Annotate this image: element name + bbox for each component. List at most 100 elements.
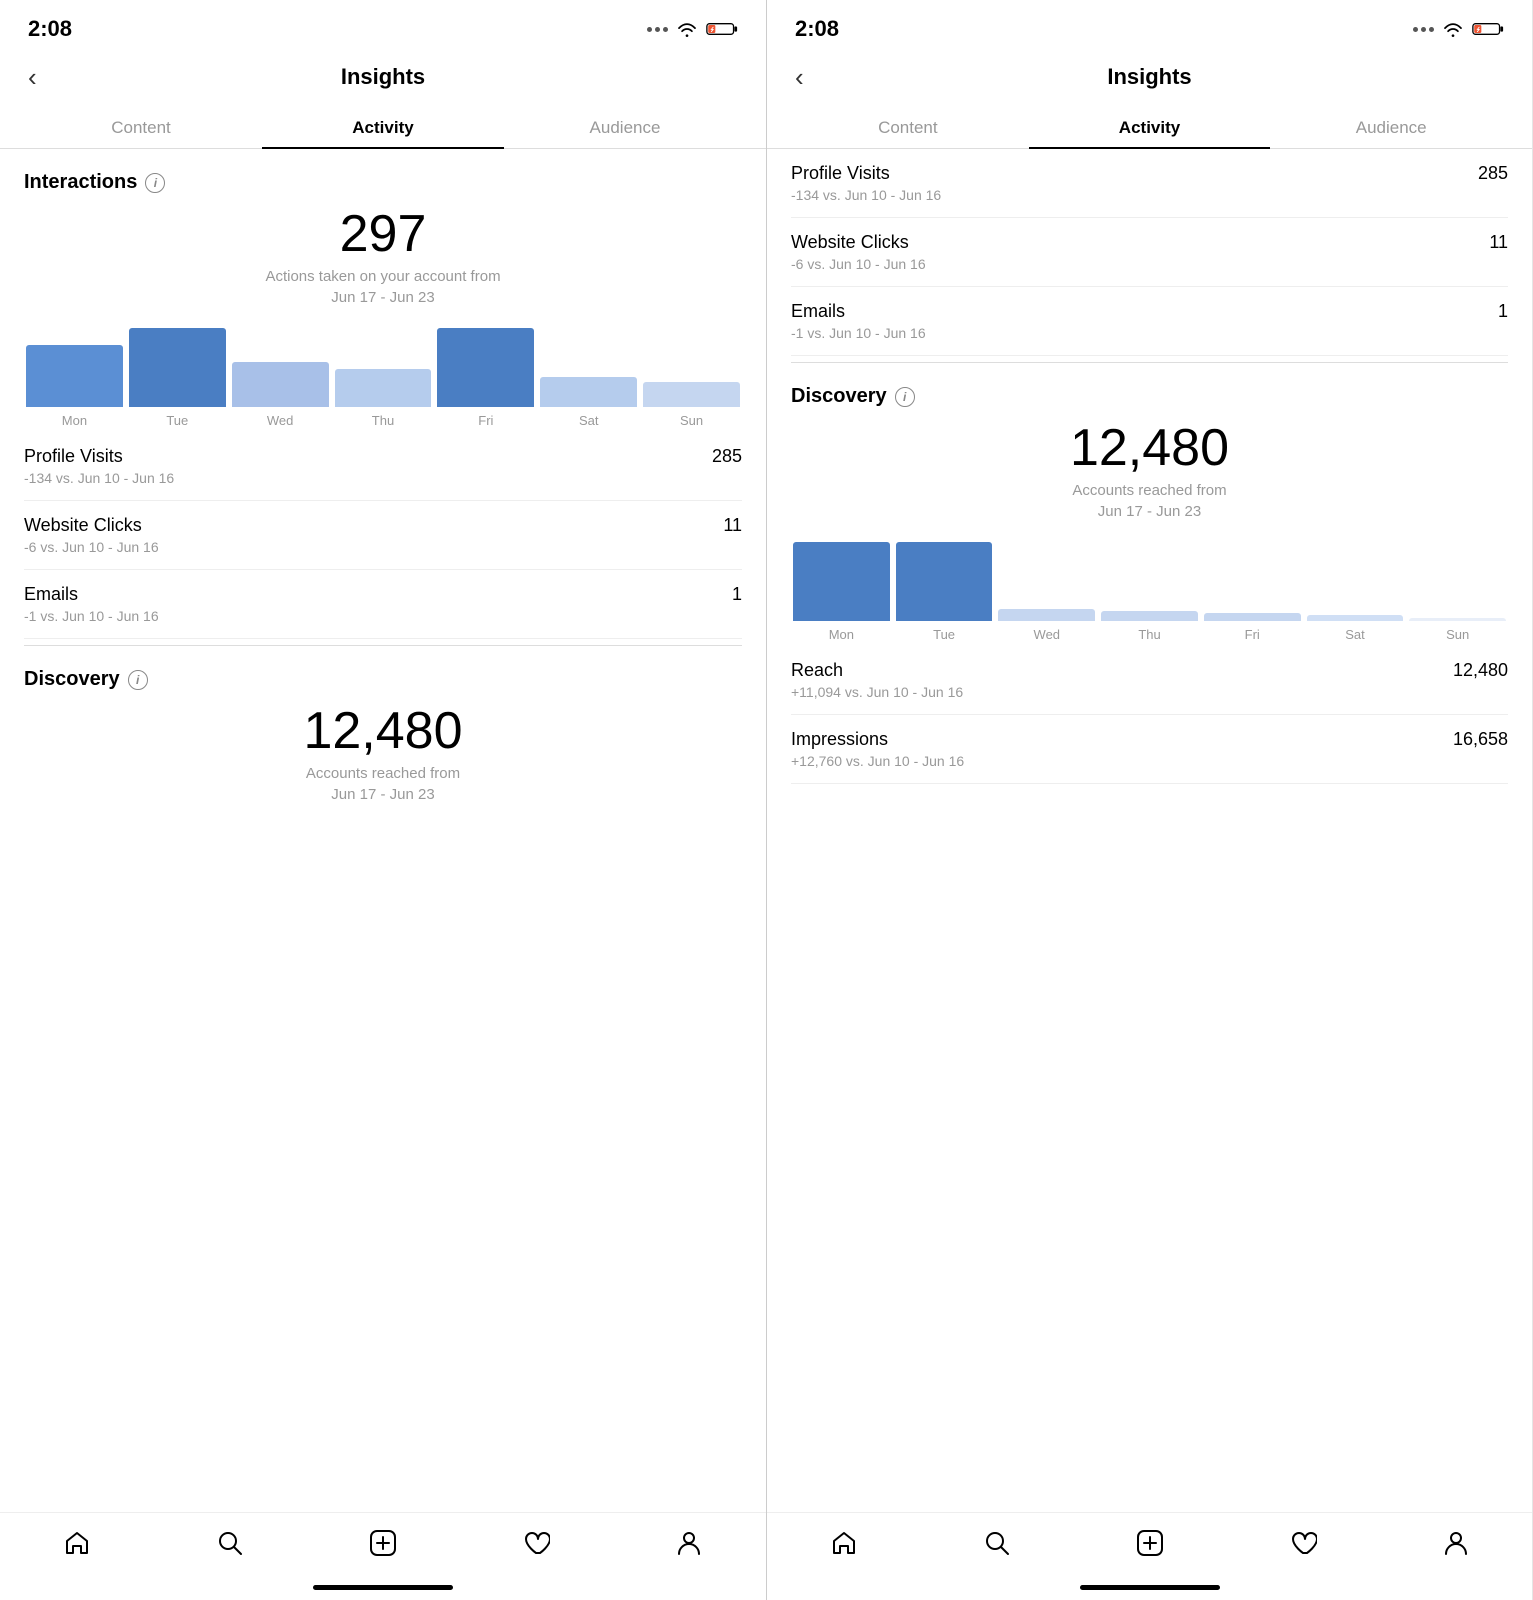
status-icons-left xyxy=(647,21,738,37)
content-left: Interactions i 297 Actions taken on your… xyxy=(0,149,766,1512)
search-icon xyxy=(216,1529,244,1557)
d-bar-col-sat: Sat xyxy=(1307,542,1404,642)
interactions-info-icon[interactable]: i xyxy=(145,173,165,193)
metric-profile-visits-r: Profile Visits 285 -134 vs. Jun 10 - Jun… xyxy=(791,149,1508,218)
discovery-bar-chart-bars: Mon Tue Wed Thu xyxy=(791,542,1508,642)
home-indicator-left xyxy=(313,1585,453,1590)
d-bar-label-tue: Tue xyxy=(933,627,955,642)
metric-emails: Emails 1 -1 vs. Jun 10 - Jun 16 xyxy=(24,570,742,639)
nav-add-left[interactable] xyxy=(359,1525,407,1561)
discovery-label: Discovery xyxy=(24,668,120,691)
metric-impressions-r: Impressions 16,658 +12,760 vs. Jun 10 - … xyxy=(791,715,1508,784)
bar-col-fri: Fri xyxy=(437,328,534,428)
tab-activity-right[interactable]: Activity xyxy=(1029,106,1271,148)
d-bar-col-fri: Fri xyxy=(1204,542,1301,642)
tab-audience-left[interactable]: Audience xyxy=(504,106,746,148)
nav-home-left[interactable] xyxy=(53,1525,101,1561)
metric-reach-r: Reach 12,480 +11,094 vs. Jun 10 - Jun 16 xyxy=(791,646,1508,715)
bar-col-wed: Wed xyxy=(232,328,329,428)
bar-wed xyxy=(232,362,329,407)
status-time-right: 2:08 xyxy=(795,16,839,42)
tabs-right: Content Activity Audience xyxy=(767,106,1532,149)
nav-profile-left[interactable] xyxy=(665,1525,713,1561)
metric-profile-visits: Profile Visits 285 -134 vs. Jun 10 - Jun… xyxy=(24,432,742,501)
tab-activity-left[interactable]: Activity xyxy=(262,106,504,148)
bar-tue xyxy=(129,328,226,407)
header-left: ‹ Insights xyxy=(0,52,766,106)
bar-label-mon: Mon xyxy=(62,413,87,428)
bar-col-thu: Thu xyxy=(335,328,432,428)
nav-home-right[interactable] xyxy=(820,1525,868,1561)
nav-search-left[interactable] xyxy=(206,1525,254,1561)
bar-sun xyxy=(643,382,740,407)
profile-visits-value-r: 285 xyxy=(1478,163,1508,184)
status-icons-right xyxy=(1413,21,1504,37)
d-bar-wed xyxy=(998,609,1095,621)
tab-audience-right[interactable]: Audience xyxy=(1270,106,1512,148)
d-bar-fri xyxy=(1204,613,1301,621)
status-bar-right: 2:08 xyxy=(767,0,1532,52)
d-bar-mon xyxy=(793,542,890,621)
discovery-heading: Discovery i xyxy=(24,668,742,691)
bar-col-sun: Sun xyxy=(643,328,740,428)
nav-search-right[interactable] xyxy=(973,1525,1021,1561)
website-clicks-sub-r: -6 vs. Jun 10 - Jun 16 xyxy=(791,256,1508,272)
right-phone: 2:08 xyxy=(766,0,1532,1600)
status-time-left: 2:08 xyxy=(28,16,72,42)
d-bar-label-thu: Thu xyxy=(1138,627,1160,642)
person-icon-r xyxy=(1442,1529,1470,1557)
back-button-right[interactable]: ‹ xyxy=(787,60,812,94)
d-bar-col-wed: Wed xyxy=(998,542,1095,642)
nav-heart-right[interactable] xyxy=(1279,1525,1327,1561)
reach-sub-r: +11,094 vs. Jun 10 - Jun 16 xyxy=(791,684,1508,700)
d-bar-label-sat: Sat xyxy=(1345,627,1365,642)
page-title-right: Insights xyxy=(1107,64,1191,90)
add-icon xyxy=(369,1529,397,1557)
d-bar-sun xyxy=(1409,618,1506,621)
interactions-sub: Actions taken on your account fromJun 17… xyxy=(24,266,742,308)
signal-dots-icon-r xyxy=(1413,27,1434,32)
add-icon-r xyxy=(1136,1529,1164,1557)
website-clicks-value: 11 xyxy=(723,515,742,536)
bar-col-tue: Tue xyxy=(129,328,226,428)
bar-label-sat: Sat xyxy=(579,413,599,428)
bar-thu xyxy=(335,369,432,407)
emails-label-r: Emails xyxy=(791,301,845,322)
wifi-icon xyxy=(676,21,698,37)
d-bar-sat xyxy=(1307,615,1404,621)
bar-label-thu: Thu xyxy=(372,413,394,428)
emails-sub-r: -1 vs. Jun 10 - Jun 16 xyxy=(791,325,1508,341)
tab-content-right[interactable]: Content xyxy=(787,106,1029,148)
discovery-info-icon[interactable]: i xyxy=(128,670,148,690)
website-clicks-value-r: 11 xyxy=(1489,232,1508,253)
d-bar-label-wed: Wed xyxy=(1034,627,1061,642)
discovery-bar-chart-r: Mon Tue Wed Thu xyxy=(791,542,1508,642)
page-title-left: Insights xyxy=(341,64,425,90)
d-bar-tue xyxy=(896,542,993,621)
back-button-left[interactable]: ‹ xyxy=(20,60,45,94)
d-bar-label-mon: Mon xyxy=(829,627,854,642)
discovery-info-icon-r[interactable]: i xyxy=(895,387,915,407)
impressions-sub-r: +12,760 vs. Jun 10 - Jun 16 xyxy=(791,753,1508,769)
bar-label-sun: Sun xyxy=(680,413,703,428)
reach-value-r: 12,480 xyxy=(1453,660,1508,681)
profile-visits-sub-r: -134 vs. Jun 10 - Jun 16 xyxy=(791,187,1508,203)
profile-visits-sub: -134 vs. Jun 10 - Jun 16 xyxy=(24,470,742,486)
discovery-heading-r: Discovery i xyxy=(791,385,1508,408)
home-icon-r xyxy=(830,1529,858,1557)
profile-visits-label-r: Profile Visits xyxy=(791,163,890,184)
bar-label-wed: Wed xyxy=(267,413,294,428)
d-bar-label-sun: Sun xyxy=(1446,627,1469,642)
nav-heart-left[interactable] xyxy=(512,1525,560,1561)
website-clicks-label-r: Website Clicks xyxy=(791,232,909,253)
left-phone: 2:08 xyxy=(0,0,766,1600)
interactions-label: Interactions xyxy=(24,171,137,194)
metric-website-clicks-r: Website Clicks 11 -6 vs. Jun 10 - Jun 16 xyxy=(791,218,1508,287)
d-bar-thu xyxy=(1101,611,1198,621)
bar-sat xyxy=(540,377,637,407)
nav-profile-right[interactable] xyxy=(1432,1525,1480,1561)
bottom-nav-left xyxy=(0,1512,766,1581)
d-bar-col-thu: Thu xyxy=(1101,542,1198,642)
tab-content-left[interactable]: Content xyxy=(20,106,262,148)
nav-add-right[interactable] xyxy=(1126,1525,1174,1561)
